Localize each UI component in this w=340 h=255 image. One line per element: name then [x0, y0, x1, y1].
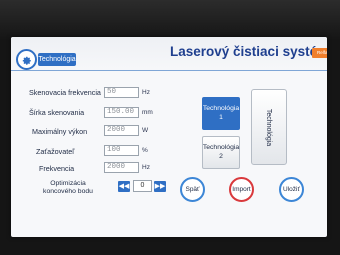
frequency-input[interactable]: 2000: [104, 162, 139, 173]
param-unit-hz: Hz: [142, 89, 150, 96]
duty-cycle-input[interactable]: 100: [104, 145, 139, 156]
brand-logo: Relfar: [312, 48, 327, 58]
back-button[interactable]: Späť: [180, 177, 205, 202]
param-label-max-power: Maximálny výkon: [32, 127, 88, 136]
app-title: Laserový čistiaci systém: [170, 44, 327, 59]
technology-1-label: Technológia: [202, 105, 240, 112]
param-unit-mm: mm: [142, 109, 153, 116]
monitor-bezel: [0, 0, 340, 40]
technology-2-number: 2: [219, 152, 223, 160]
technology-1-button[interactable]: Technológia 1: [202, 97, 240, 130]
technology-2-button[interactable]: Technológia 2: [202, 136, 240, 169]
hmi-screen: Technológia Laserový čistiaci systém Rel…: [11, 37, 327, 237]
technology-2-label: Technológia: [202, 144, 240, 151]
max-power-input[interactable]: 2000: [104, 125, 139, 136]
save-button[interactable]: Uložiť: [279, 177, 304, 202]
import-button[interactable]: Import: [229, 177, 254, 202]
param-unit-w: W: [142, 127, 149, 134]
tab-icon-frame[interactable]: [16, 49, 37, 70]
double-right-icon: ▶▶: [154, 183, 166, 190]
param-unit-hz-2: Hz: [142, 164, 150, 171]
header-divider: [11, 70, 327, 71]
technology-1-number: 1: [219, 113, 223, 121]
increment-button[interactable]: ▶▶: [154, 181, 166, 192]
param-label-scan-width: Šírka skenovania: [29, 108, 85, 117]
param-label-scan-frequency: Skenovacia frekvencia: [29, 88, 101, 97]
scan-frequency-input[interactable]: 50: [104, 87, 139, 98]
endpoint-optimization-label: Optimizácia koncového bodu: [43, 180, 93, 195]
param-label-duty-cycle: Zaťažovateľ: [36, 147, 75, 156]
decrement-button[interactable]: ◀◀: [118, 181, 130, 192]
scan-width-input[interactable]: 150.00: [104, 107, 139, 118]
param-unit-percent: %: [142, 147, 148, 154]
double-left-icon: ◀◀: [118, 183, 130, 190]
technology-panel-label: Technológia: [265, 108, 273, 146]
tab-technology[interactable]: Technológia: [38, 53, 76, 66]
technology-panel-button[interactable]: Technológia: [251, 89, 287, 165]
param-label-frequency: Frekvencia: [39, 164, 75, 173]
endpoint-optimization-value[interactable]: 0: [133, 180, 152, 192]
gear-icon: [22, 56, 31, 65]
